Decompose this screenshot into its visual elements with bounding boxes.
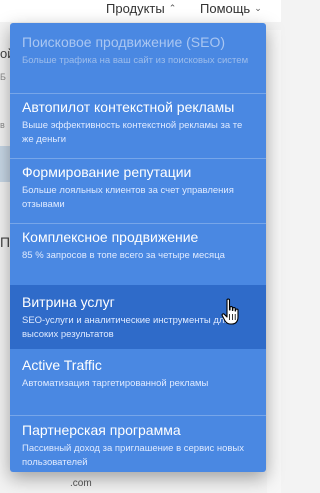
menu-divider	[10, 415, 266, 416]
menu-item-title: Формирование репутации	[22, 164, 192, 180]
background-right-edge	[267, 30, 281, 493]
menu-divider	[10, 223, 266, 224]
products-dropdown-menu: Поисковое продвижение (SEO) Больше трафи…	[10, 23, 266, 472]
background-text-fragment: Б	[0, 72, 6, 82]
top-navigation: Продукты ⌃ Помощь ⌄	[0, 0, 281, 22]
menu-item-active-traffic[interactable]: Active Traffic Автоматизация таргетирова…	[10, 356, 266, 414]
menu-item-complex-promotion[interactable]: Комплексное продвижение 85 % запросов в …	[10, 228, 266, 283]
menu-item-description: Пассивный доход за приглашение в сервис …	[22, 443, 244, 468]
nav-products[interactable]: Продукты ⌃	[106, 1, 176, 16]
menu-item-context-autopilot[interactable]: Автопилот контекстной рекламы Выше эффек…	[10, 98, 266, 158]
hand-cursor-icon	[221, 298, 239, 325]
nav-help-label: Помощь	[200, 1, 251, 16]
chevron-up-icon: ⌃	[168, 3, 177, 13]
background-text-fragment: в	[0, 120, 5, 130]
menu-item-description: 85 % запросов в топе всего за четыре мес…	[22, 250, 225, 261]
menu-item-title: Витрина услуг	[22, 294, 115, 310]
nav-help[interactable]: Помощь ⌄	[200, 1, 262, 16]
menu-item-title: Партнерская программа	[22, 422, 181, 438]
menu-item-description: Автоматизация таргетированной рекламы	[22, 378, 209, 389]
nav-products-label: Продукты	[106, 1, 165, 16]
menu-item-title: Комплексное продвижение	[22, 229, 199, 245]
menu-item-title: Active Traffic	[22, 357, 102, 373]
menu-item-title: Поисковое продвижение (SEO)	[22, 34, 226, 50]
menu-item-partner-program[interactable]: Партнерская программа Пассивный доход за…	[10, 421, 266, 471]
menu-item-description: SEO-услуги и аналитические инструменты д…	[22, 315, 230, 340]
menu-item-reputation[interactable]: Формирование репутации Больше лояльных к…	[10, 163, 266, 223]
menu-divider	[10, 93, 266, 94]
menu-item-title: Автопилот контекстной рекламы	[22, 99, 235, 115]
menu-item-description: Больше лояльных клиентов за счет управле…	[22, 185, 234, 210]
chevron-down-icon: ⌄	[254, 3, 262, 13]
menu-item-description: Выше эффективность контекстной рекламы з…	[22, 120, 243, 145]
background-domain-text: .com	[70, 478, 92, 489]
menu-item-seo[interactable]: Поисковое продвижение (SEO) Больше трафи…	[10, 33, 266, 93]
menu-divider	[10, 158, 266, 159]
menu-item-description: Больше трафика на ваш сайт из поисковых …	[22, 55, 249, 66]
